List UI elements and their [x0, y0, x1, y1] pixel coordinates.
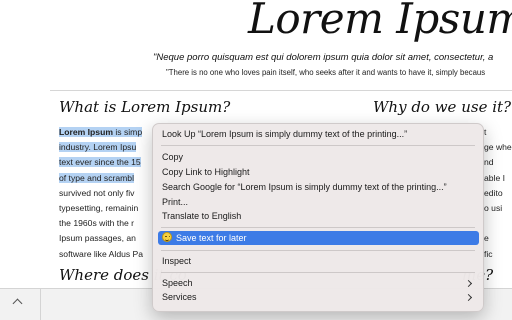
- quote-latin: "Neque porro quisquam est qui dolorem ip…: [153, 52, 494, 63]
- paragraph-fragment: [484, 216, 512, 231]
- menu-item-speech[interactable]: Speech: [162, 276, 193, 290]
- menu-item-save-text-label: Save text for later: [176, 233, 247, 243]
- heading-what-is: What is Lorem Ipsum?: [59, 98, 231, 116]
- paragraph-fragment: nd: [484, 157, 494, 168]
- heading-why-use: Why do we use it?: [373, 98, 512, 116]
- paragraph-fragment: ge whe: [484, 142, 512, 153]
- page-title: Lorem Ipsum: [248, 0, 512, 43]
- divider: [50, 90, 512, 91]
- paragraph-line: industry. Lorem Ipsu: [59, 142, 137, 153]
- menu-separator: [161, 227, 475, 228]
- paragraph-line: text ever since the 15: [59, 157, 141, 168]
- menu-item-search-google[interactable]: Search Google for “Lorem Ipsum is simply…: [162, 180, 447, 194]
- context-menu: Look Up “Lorem Ipsum is simply dummy tex…: [152, 123, 484, 312]
- paragraph-fragment: edito: [484, 187, 503, 198]
- paragraph-line: the 1960s with the r: [59, 218, 135, 229]
- menu-item-services[interactable]: Services: [162, 290, 197, 304]
- menu-item-inspect[interactable]: Inspect: [162, 254, 191, 268]
- menu-item-print[interactable]: Print...: [162, 195, 188, 209]
- paragraph-why-use: t ge whe nd able I edito o usi e fic: [484, 125, 512, 262]
- paragraph-fragment: able I: [484, 172, 506, 183]
- menu-separator: [161, 250, 475, 251]
- paragraph-line: software like Aldus Pa: [59, 248, 144, 259]
- paragraph-fragment: t: [484, 127, 487, 137]
- menu-item-look-up[interactable]: Look Up “Lorem Ipsum is simply dummy tex…: [162, 127, 407, 141]
- paragraph-fragment: o usi: [484, 202, 503, 213]
- menu-item-copy[interactable]: Copy: [162, 150, 183, 164]
- paragraph-fragment: e: [484, 233, 489, 244]
- chevron-right-icon: [464, 293, 473, 302]
- paragraph-fragment: fic: [484, 248, 493, 259]
- menu-item-translate[interactable]: Translate to English: [162, 209, 241, 223]
- paragraph-line: is simp: [112, 127, 143, 137]
- paragraph-strong: Lorem Ipsum: [59, 127, 113, 137]
- menu-item-copy-link[interactable]: Copy Link to Highlight: [162, 165, 250, 179]
- menu-separator: [161, 145, 475, 146]
- paragraph-line: survived not only fiv: [59, 187, 135, 198]
- web-page: Lorem Ipsum "Neque porro quisquam est qu…: [0, 0, 512, 320]
- paragraph-line: typesetting, remainin: [59, 202, 139, 213]
- paragraph-line: Ipsum passages, an: [59, 233, 136, 244]
- menu-separator: [161, 272, 475, 273]
- chevron-right-icon: [464, 279, 473, 288]
- paragraph-what-is[interactable]: Lorem Ipsum is simp industry. Lorem Ipsu…: [59, 125, 159, 262]
- paragraph-line: of type and scrambl: [59, 172, 134, 183]
- quote-english: "There is no one who loves pain itself, …: [166, 68, 486, 77]
- smiley-icon: [162, 232, 172, 242]
